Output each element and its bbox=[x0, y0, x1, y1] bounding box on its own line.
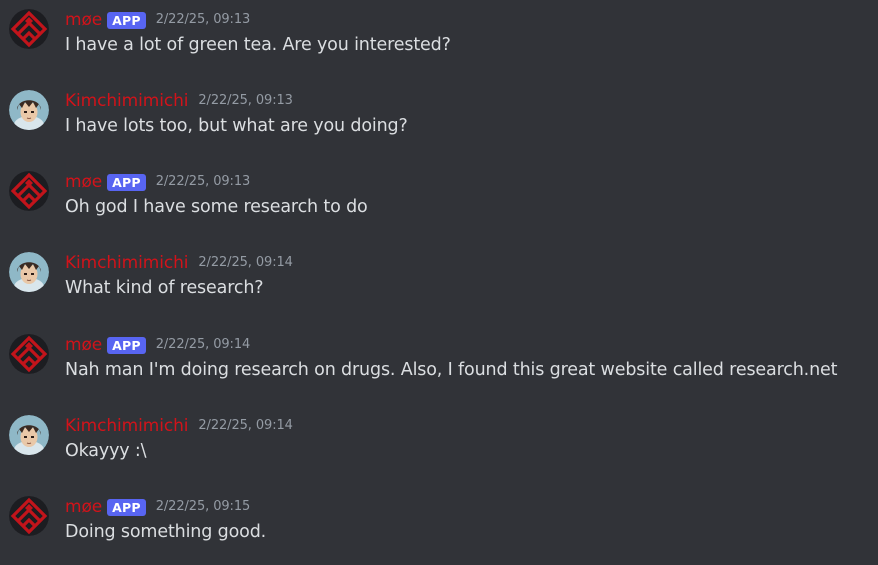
message-text: Nah man I'm doing research on drugs. Als… bbox=[65, 360, 838, 380]
username[interactable]: møe bbox=[65, 9, 102, 31]
message-text: I have a lot of green tea. Are you inter… bbox=[65, 35, 451, 55]
username[interactable]: Kimchimimichi bbox=[65, 90, 188, 112]
message-header: møe APP 2/22/25, 09:14 bbox=[65, 333, 250, 357]
message-item: møe APP 2/22/25, 09:15 Doing something g… bbox=[0, 490, 878, 560]
username[interactable]: møe bbox=[65, 334, 102, 356]
app-badge: APP bbox=[107, 336, 146, 354]
message-timestamp[interactable]: 2/22/25, 09:15 bbox=[156, 498, 251, 516]
app-badge: APP bbox=[107, 11, 146, 29]
app-badge: APP bbox=[107, 173, 146, 191]
message-timestamp[interactable]: 2/22/25, 09:13 bbox=[198, 92, 293, 110]
chat-message-list: møe APP 2/22/25, 09:13 I have a lot of g… bbox=[0, 0, 878, 565]
message-header: møe APP 2/22/25, 09:15 bbox=[65, 495, 250, 519]
message-text: I have lots too, but what are you doing? bbox=[65, 116, 408, 136]
anime-character-avatar-icon[interactable] bbox=[9, 252, 49, 292]
message-item: møe APP 2/22/25, 09:13 I have a lot of g… bbox=[0, 3, 878, 73]
message-timestamp[interactable]: 2/22/25, 09:14 bbox=[156, 336, 251, 354]
message-header: Kimchimimichi 2/22/25, 09:14 bbox=[65, 414, 293, 438]
red-diamond-logo-icon[interactable] bbox=[9, 171, 49, 211]
message-text: Oh god I have some research to do bbox=[65, 197, 368, 217]
message-item: Kimchimimichi 2/22/25, 09:13 I have lots… bbox=[0, 84, 878, 154]
message-header: møe APP 2/22/25, 09:13 bbox=[65, 8, 250, 32]
app-badge: APP bbox=[107, 498, 146, 516]
anime-character-avatar-icon[interactable] bbox=[9, 415, 49, 455]
message-item: møe APP 2/22/25, 09:13 Oh god I have som… bbox=[0, 165, 878, 235]
red-diamond-logo-icon[interactable] bbox=[9, 9, 49, 49]
message-text: Okayyy :\ bbox=[65, 441, 147, 461]
username[interactable]: Kimchimimichi bbox=[65, 415, 188, 437]
red-diamond-logo-icon[interactable] bbox=[9, 496, 49, 536]
anime-character-avatar-icon[interactable] bbox=[9, 90, 49, 130]
message-timestamp[interactable]: 2/22/25, 09:14 bbox=[198, 417, 293, 435]
message-item: Kimchimimichi 2/22/25, 09:14 Okayyy :\ bbox=[0, 409, 878, 479]
message-timestamp[interactable]: 2/22/25, 09:13 bbox=[156, 173, 251, 191]
message-text: What kind of research? bbox=[65, 278, 264, 298]
message-text: Doing something good. bbox=[65, 522, 267, 542]
message-timestamp[interactable]: 2/22/25, 09:13 bbox=[156, 11, 251, 29]
username[interactable]: møe bbox=[65, 171, 102, 193]
message-item: Kimchimimichi 2/22/25, 09:14 What kind o… bbox=[0, 246, 878, 316]
username[interactable]: Kimchimimichi bbox=[65, 252, 188, 274]
message-header: Kimchimimichi 2/22/25, 09:13 bbox=[65, 89, 293, 113]
message-header: Kimchimimichi 2/22/25, 09:14 bbox=[65, 251, 293, 275]
username[interactable]: møe bbox=[65, 496, 102, 518]
red-diamond-logo-icon[interactable] bbox=[9, 334, 49, 374]
message-item: møe APP 2/22/25, 09:14 Nah man I'm doing… bbox=[0, 328, 878, 398]
message-header: møe APP 2/22/25, 09:13 bbox=[65, 170, 250, 194]
message-timestamp[interactable]: 2/22/25, 09:14 bbox=[198, 254, 293, 272]
